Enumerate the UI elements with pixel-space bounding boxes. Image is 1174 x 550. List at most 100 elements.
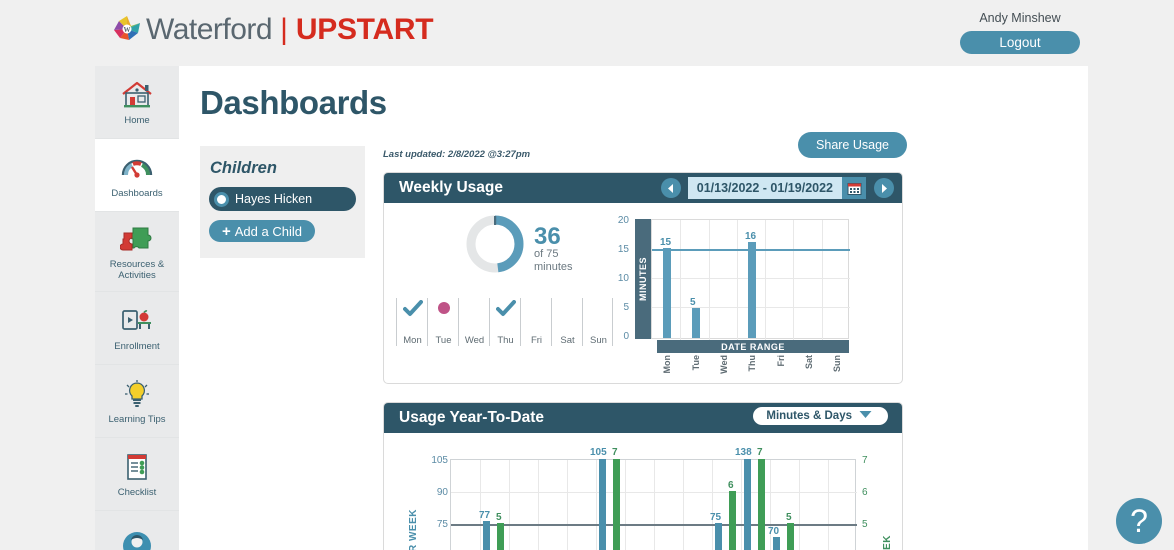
- calendar-icon[interactable]: [842, 177, 866, 199]
- ytd-metric-dropdown[interactable]: Minutes & Days: [753, 407, 888, 425]
- day-label: Thu: [497, 335, 514, 346]
- donut-of-label: of 75: [534, 248, 559, 260]
- bar-minutes: [744, 459, 751, 550]
- bar-value-minutes: 105: [590, 447, 607, 458]
- avatar-icon: [119, 529, 155, 550]
- bar-days: [758, 459, 765, 550]
- day-label: Mon: [403, 335, 422, 346]
- children-panel: Children Hayes Hicken + Add a Child: [200, 146, 365, 258]
- day-status-strip: Mon Tue Wed Thu Fri Sat Sun: [396, 298, 614, 346]
- bar-value-days: 5: [786, 512, 792, 523]
- help-button[interactable]: ?: [1116, 498, 1162, 544]
- logout-button[interactable]: Logout: [960, 31, 1080, 54]
- vgridline: [741, 460, 742, 550]
- y-right-tick-5: 5: [862, 519, 868, 530]
- puzzle-icon: [120, 222, 154, 256]
- x-tick-sat: Sat: [804, 355, 814, 370]
- radio-selected-icon: [214, 191, 229, 207]
- x-tick-wed: Wed: [719, 355, 729, 374]
- weekly-summary: 36 of 75 minutes Mon Tue Wed Thu Fri Sat…: [384, 203, 634, 383]
- x-tick-tue: Tue: [691, 355, 701, 371]
- vgridline: [799, 460, 800, 550]
- y-left-tick-105: 105: [431, 455, 448, 466]
- vgridline: [712, 460, 713, 550]
- vgridline: [680, 220, 681, 340]
- y-left-tick-75: 75: [436, 519, 448, 530]
- vgridline: [765, 220, 766, 340]
- add-child-label: Add a Child: [234, 223, 302, 239]
- y-axis-label-minutes: MINUTES: [635, 219, 651, 339]
- ytd-target-line: [451, 524, 857, 526]
- sidebar-item-enrollment[interactable]: Enrollment: [95, 292, 179, 365]
- sidebar-item-label: Resources & Activities: [109, 259, 165, 281]
- clipboard-check-icon: [122, 450, 152, 484]
- donut-value: 36: [534, 223, 561, 250]
- check-icon: [403, 300, 423, 323]
- x-axis-label-date-range: DATE RANGE: [657, 340, 849, 353]
- vgridline: [596, 460, 597, 550]
- day-cell: Thu: [489, 298, 520, 346]
- vgridline: [828, 460, 829, 550]
- plus-icon: +: [222, 222, 231, 240]
- y-tick-5: 5: [623, 302, 629, 313]
- weekly-usage-card: Weekly Usage 01/13/2022 - 01/19/2022 36 …: [383, 172, 903, 384]
- usage-ytd-header: Usage Year-To-Date Minutes & Days: [384, 403, 902, 433]
- svg-text:W: W: [124, 26, 131, 34]
- add-child-button[interactable]: + Add a Child: [209, 220, 315, 242]
- bar-value-thu: 16: [745, 231, 757, 242]
- chevron-right-icon[interactable]: [874, 178, 894, 198]
- sidebar-item-label: Enrollment: [114, 341, 160, 352]
- tablet-apple-icon: [119, 304, 155, 338]
- y-tick-15: 15: [617, 244, 629, 255]
- vgridline: [793, 220, 794, 340]
- lightbulb-icon: [121, 377, 153, 411]
- bar-value-minutes: 77: [479, 510, 491, 521]
- sidebar-item-home[interactable]: Home: [95, 66, 179, 139]
- day-cell: Sat: [551, 298, 582, 346]
- bar-minutes: [773, 537, 780, 550]
- gauge-icon: [119, 151, 155, 185]
- waterford-star-icon: W: [110, 13, 144, 47]
- y-right-label: ER WEEK: [882, 535, 893, 550]
- top-bar: W Waterford | UPSTART Andy Minshew Logou…: [0, 0, 1174, 66]
- brand-waterford: Waterford: [146, 13, 273, 46]
- bar-days: [787, 523, 794, 550]
- day-cell: Tue: [427, 298, 458, 346]
- bar-mon: [663, 248, 671, 338]
- bar-value-minutes: 138: [735, 447, 752, 458]
- child-name: Hayes Hicken: [235, 192, 313, 206]
- share-usage-button[interactable]: Share Usage: [798, 132, 907, 158]
- x-tick-fri: Fri: [776, 355, 786, 367]
- plot-area: 15 5 16: [651, 219, 850, 340]
- bar-value-days: 7: [612, 447, 618, 458]
- sidebar-item-account[interactable]: [95, 511, 179, 550]
- y-left-label: PER WEEK: [407, 509, 419, 550]
- dropdown-label: Minutes & Days: [766, 410, 852, 422]
- sidebar-item-dashboards[interactable]: Dashboards: [95, 139, 179, 212]
- sidebar-item-learning-tips[interactable]: Learning Tips: [95, 365, 179, 438]
- bar-days: [497, 523, 504, 550]
- child-selector-hayes-hicken[interactable]: Hayes Hicken: [209, 187, 356, 211]
- bar-thu: [748, 242, 756, 338]
- sidebar-item-label: Home: [124, 115, 150, 126]
- x-tick-mon: Mon: [662, 355, 672, 374]
- y-tick-10: 10: [617, 273, 629, 284]
- sidebar-item-resources-activities[interactable]: Resources & Activities: [95, 212, 179, 292]
- chevron-left-icon[interactable]: [660, 178, 681, 198]
- y-axis-label-per-week-right: ER WEEK: [880, 513, 894, 550]
- check-icon: [496, 300, 516, 323]
- bar-tue: [692, 308, 700, 338]
- sidebar-item-label: Checklist: [117, 487, 157, 498]
- date-range-controls: 01/13/2022 - 01/19/2022: [660, 173, 894, 203]
- brand-logo: W Waterford | UPSTART: [110, 13, 434, 47]
- day-label: Wed: [464, 335, 485, 346]
- weekly-usage-header: Weekly Usage 01/13/2022 - 01/19/2022: [384, 173, 902, 203]
- vgridline: [654, 460, 655, 550]
- date-range-value[interactable]: 01/13/2022 - 01/19/2022: [687, 177, 842, 199]
- bar-value-days: 6: [728, 480, 734, 491]
- sidebar-item-checklist[interactable]: Checklist: [95, 438, 179, 511]
- vgridline: [737, 220, 738, 340]
- y-tick-0: 0: [623, 331, 629, 342]
- day-label: Sat: [560, 335, 575, 346]
- bar-minutes: [715, 523, 722, 550]
